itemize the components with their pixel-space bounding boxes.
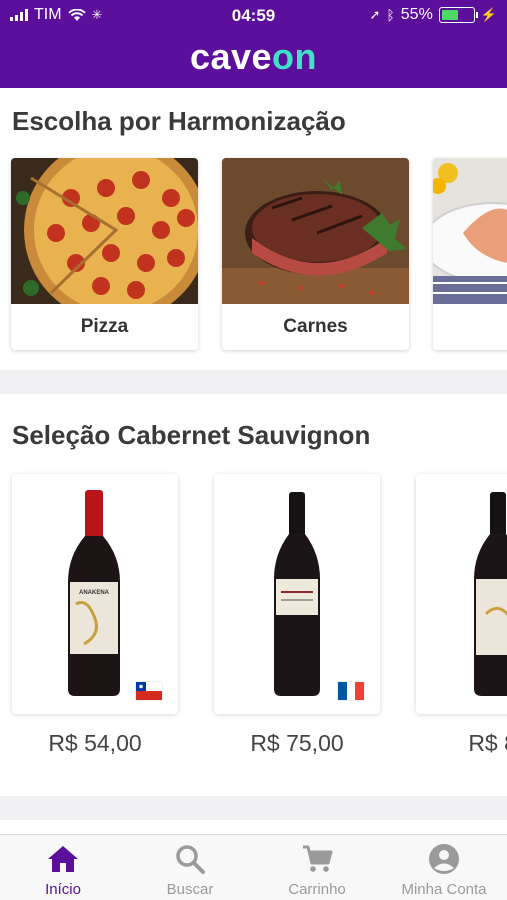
account-icon	[429, 844, 459, 874]
bluetooth-icon: ᛒ	[386, 7, 395, 23]
wine-bottle-image	[474, 492, 507, 696]
pairing-section: Escolha por Harmonização Pizza Carnes	[0, 88, 507, 370]
tab-carrinho[interactable]: Carrinho	[254, 835, 380, 900]
tab-bar: Início Buscar Carrinho Minha Conta	[0, 834, 507, 900]
battery-percent: 55%	[400, 6, 433, 23]
wine-label-text: ANAKENA	[79, 590, 110, 596]
charging-icon: ⚡	[480, 7, 497, 22]
home-icon	[48, 846, 78, 872]
wine-selection-section: Seleção Cabernet Sauvignon ANAKENA R$ 54…	[0, 394, 507, 796]
wine-price: R$ 75,00	[250, 730, 344, 756]
tab-minha-conta[interactable]: Minha Conta	[381, 835, 507, 900]
pizza-image	[11, 158, 198, 304]
caveon-logo: caveon	[189, 36, 318, 77]
tab-label: Carrinho	[288, 881, 346, 898]
pairing-label: P	[433, 304, 507, 350]
pairing-label: Carnes	[283, 316, 348, 337]
next-section	[0, 820, 507, 834]
app-header: TIM ✳ 04:59 ➚ ᛒ 55% ⚡ caveon	[0, 0, 507, 88]
tab-label: Início	[45, 881, 81, 898]
chile-flag-icon	[136, 682, 162, 700]
wine-bottle-image	[274, 492, 320, 696]
status-bar: TIM ✳ 04:59 ➚ ᛒ 55% ⚡	[0, 0, 507, 30]
location-icon: ➚	[369, 7, 381, 22]
wine-card[interactable]	[214, 474, 380, 714]
battery-icon	[438, 7, 478, 23]
wine-bottle-image: ANAKENA	[68, 490, 120, 696]
france-flag-icon	[338, 682, 364, 700]
selection-title: Seleção Cabernet Sauvignon	[12, 420, 371, 450]
tab-buscar[interactable]: Buscar	[127, 835, 253, 900]
tab-label: Buscar	[166, 881, 214, 898]
steak-image	[222, 158, 409, 304]
fish-image	[433, 158, 507, 304]
wine-card[interactable]: ANAKENA	[12, 474, 178, 714]
search-icon	[176, 845, 205, 874]
pairing-card-carnes[interactable]: Carnes	[222, 158, 409, 350]
pairing-label: Pizza	[80, 316, 129, 337]
wine-card[interactable]	[416, 474, 507, 714]
pairing-card-pizza[interactable]: Pizza	[11, 158, 198, 350]
tab-inicio[interactable]: Início	[0, 835, 126, 900]
wine-price: R$ 87	[468, 730, 507, 756]
pairing-title: Escolha por Harmonização	[12, 106, 346, 136]
tab-label: Minha Conta	[401, 881, 487, 898]
cart-icon	[303, 845, 333, 872]
pairing-card-peixes[interactable]: P	[433, 158, 507, 350]
wine-price: R$ 54,00	[48, 730, 142, 756]
